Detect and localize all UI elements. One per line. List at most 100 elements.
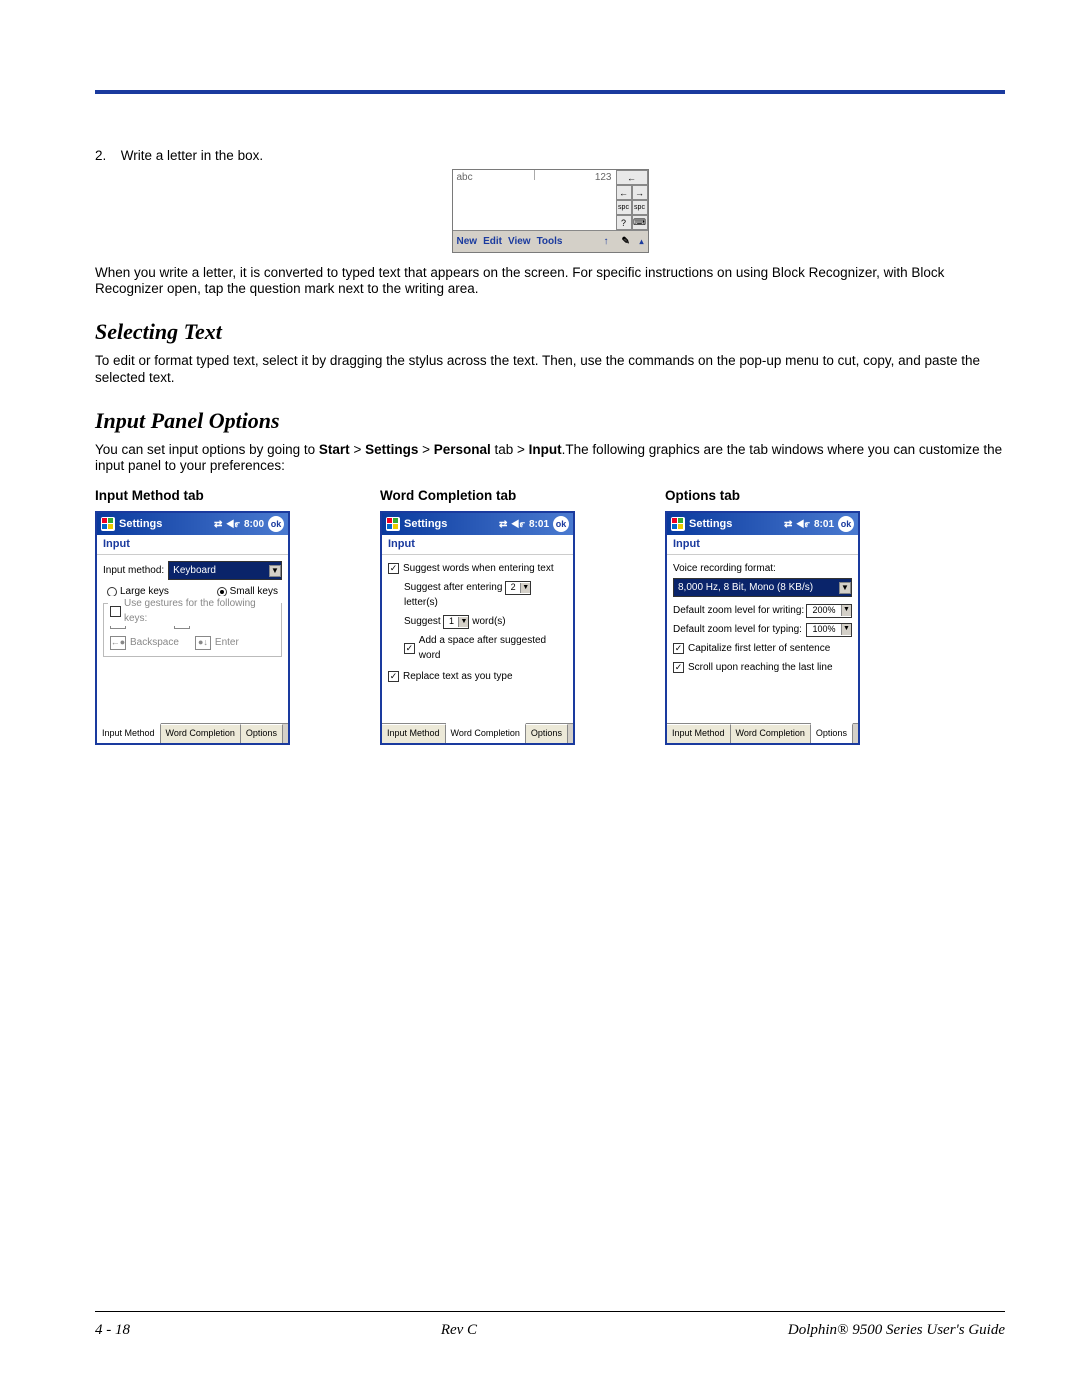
- footer-guide: Dolphin® 9500 Series User's Guide: [788, 1322, 1005, 1339]
- gesture-checkbox[interactable]: [110, 606, 121, 617]
- wm2-sys: ⇄ ◀೯ 8:01: [499, 519, 549, 530]
- tab-input-method[interactable]: Input Method: [97, 723, 161, 743]
- suggest-after-suffix: letter(s): [404, 597, 438, 608]
- chevron-down-icon: ▼: [269, 565, 281, 577]
- wm1-sys: ⇄ ◀೯ 8:00: [214, 519, 264, 530]
- wm3-subbar: Input: [667, 535, 858, 555]
- tab-word-completion[interactable]: Word Completion: [446, 723, 526, 743]
- tab-input-method[interactable]: Input Method: [667, 724, 731, 743]
- speaker-icon: ◀೯: [511, 519, 525, 530]
- wm3-tabs: Input Method Word Completion Options: [667, 723, 858, 743]
- write-area-abc[interactable]: abc 123: [453, 170, 616, 230]
- write-separator: [534, 170, 535, 180]
- wm2-titlebar: Settings ⇄ ◀೯ 8:01 ok: [382, 513, 573, 535]
- col-input-method: Input Method tab Settings ⇄ ◀೯ 8:00 ok I…: [95, 488, 290, 745]
- cb-scroll[interactable]: ✓Scroll upon reaching the last line: [673, 660, 833, 675]
- tab-input-method[interactable]: Input Method: [382, 724, 446, 743]
- sip-up-icon[interactable]: ↑: [603, 236, 615, 248]
- tab-options[interactable]: Options: [241, 724, 283, 743]
- combo-suggest-after[interactable]: 2▼: [505, 581, 531, 595]
- title-input-method: Input Method tab: [95, 488, 290, 503]
- cb-replace-text[interactable]: ✓Replace text as you type: [388, 669, 513, 684]
- backspace-button[interactable]: ←: [616, 170, 648, 185]
- block-recognizer-panel: abc 123 ← ← → spc spc ? ⌨ New Edit View …: [452, 169, 649, 253]
- help-button[interactable]: ?: [616, 215, 632, 230]
- wm3-body: Voice recording format: 8,000 Hz, 8 Bit,…: [667, 555, 858, 723]
- wm1-time: 8:00: [244, 519, 264, 530]
- page-content: 2. Write a letter in the box. abc 123 ← …: [0, 0, 1080, 805]
- gesture-legend: Use gestures for the following keys:: [108, 596, 281, 626]
- screenshot-options: Settings ⇄ ◀೯ 8:01 ok Input Voice record…: [665, 511, 860, 745]
- title-options: Options tab: [665, 488, 860, 503]
- combo-input-method[interactable]: Keyboard ▼: [168, 561, 282, 580]
- abc-label: abc: [457, 172, 473, 183]
- tab-word-completion[interactable]: Word Completion: [161, 724, 241, 743]
- connectivity-icon: ⇄: [784, 519, 792, 530]
- para-selecting-text: To edit or format typed text, select it …: [95, 353, 1005, 385]
- ok-button[interactable]: ok: [838, 516, 854, 532]
- heading-selecting-text: Selecting Text: [95, 319, 1005, 345]
- page-footer: 4 - 18 Rev C Dolphin® 9500 Series User's…: [95, 1311, 1005, 1340]
- combo-voice-format[interactable]: 8,000 Hz, 8 Bit, Mono (8 KB/s) ▼: [673, 578, 852, 597]
- gesture-group: Use gestures for the following keys: ●→S…: [103, 603, 282, 657]
- step-text: Write a letter in the box.: [121, 148, 263, 163]
- pen-icon[interactable]: ✎: [621, 236, 633, 248]
- label-zoom-typing: Default zoom level for typing:: [673, 622, 802, 637]
- screenshot-word-completion: Settings ⇄ ◀೯ 8:01 ok Input ✓Suggest wor…: [380, 511, 575, 745]
- wm2-time: 8:01: [529, 519, 549, 530]
- path-start: Start: [319, 442, 350, 457]
- top-rule: [95, 90, 1005, 94]
- footer-rule: [95, 1311, 1005, 1313]
- menu-new[interactable]: New: [457, 236, 478, 247]
- menu-tools[interactable]: Tools: [537, 236, 563, 247]
- tab-options[interactable]: Options: [811, 723, 853, 743]
- start-icon[interactable]: [671, 517, 685, 531]
- wm3-title: Settings: [689, 518, 780, 530]
- label-voice-format: Voice recording format:: [673, 561, 852, 576]
- suggest-label: Suggest: [404, 616, 441, 627]
- combo-zoom-writing[interactable]: 200%▼: [806, 604, 852, 618]
- arrow-right-button[interactable]: →: [632, 185, 648, 200]
- cb-suggest-words[interactable]: ✓Suggest words when entering text: [388, 561, 554, 576]
- col-word-completion: Word Completion tab Settings ⇄ ◀೯ 8:01 o…: [380, 488, 575, 745]
- space-button[interactable]: spc: [616, 200, 632, 215]
- tab-options[interactable]: Options: [526, 724, 568, 743]
- recognizer-menubar: New Edit View Tools ↑ ✎ ▴: [453, 230, 648, 252]
- wm2-body: ✓Suggest words when entering text Sugges…: [382, 555, 573, 723]
- wm1-subbar: Input: [97, 535, 288, 555]
- screenshot-input-method: Settings ⇄ ◀೯ 8:00 ok Input Input method…: [95, 511, 290, 745]
- wm1-title: Settings: [119, 518, 210, 530]
- para-block-recognizer: When you write a letter, it is converted…: [95, 265, 1005, 297]
- wm1-body: Input method: Keyboard ▼ Large keys Smal…: [97, 555, 288, 723]
- ok-button[interactable]: ok: [268, 516, 284, 532]
- arrow-left-button[interactable]: ←: [616, 185, 632, 200]
- gesture-backspace: ←●Backspace: [110, 635, 179, 650]
- gesture-backspace-icon: ←●: [110, 636, 126, 650]
- start-icon[interactable]: [101, 517, 115, 531]
- menu-view[interactable]: View: [508, 236, 531, 247]
- path-personal: Personal: [434, 442, 491, 457]
- cb-add-space[interactable]: ✓Add a space after suggested word: [404, 633, 567, 663]
- gesture-enter: ●↓Enter: [195, 635, 239, 650]
- suggest-after-label: Suggest after entering: [404, 582, 502, 593]
- wm2-subbar: Input: [382, 535, 573, 555]
- tab-word-completion[interactable]: Word Completion: [731, 724, 811, 743]
- wm1-titlebar: Settings ⇄ ◀೯ 8:00 ok: [97, 513, 288, 535]
- para-input-panel-options: You can set input options by going to St…: [95, 442, 1005, 474]
- wm2-title: Settings: [404, 518, 495, 530]
- sym-button[interactable]: spc: [632, 200, 648, 215]
- ok-button[interactable]: ok: [553, 516, 569, 532]
- gesture-enter-icon: ●↓: [195, 636, 211, 650]
- wm3-time: 8:01: [814, 519, 834, 530]
- footer-rev: Rev C: [441, 1322, 477, 1339]
- sip-arrow-icon[interactable]: ▴: [639, 237, 643, 246]
- cb-capitalize[interactable]: ✓Capitalize first letter of sentence: [673, 641, 830, 656]
- menu-edit[interactable]: Edit: [483, 236, 502, 247]
- speaker-icon: ◀೯: [226, 519, 240, 530]
- combo-zoom-typing[interactable]: 100%▼: [806, 623, 852, 637]
- combo-suggest-count[interactable]: 1▼: [443, 615, 469, 629]
- path-input: Input: [529, 442, 562, 457]
- keyboard-button[interactable]: ⌨: [632, 215, 648, 230]
- start-icon[interactable]: [386, 517, 400, 531]
- recognizer-buttons: ← ← → spc spc ? ⌨: [616, 170, 648, 230]
